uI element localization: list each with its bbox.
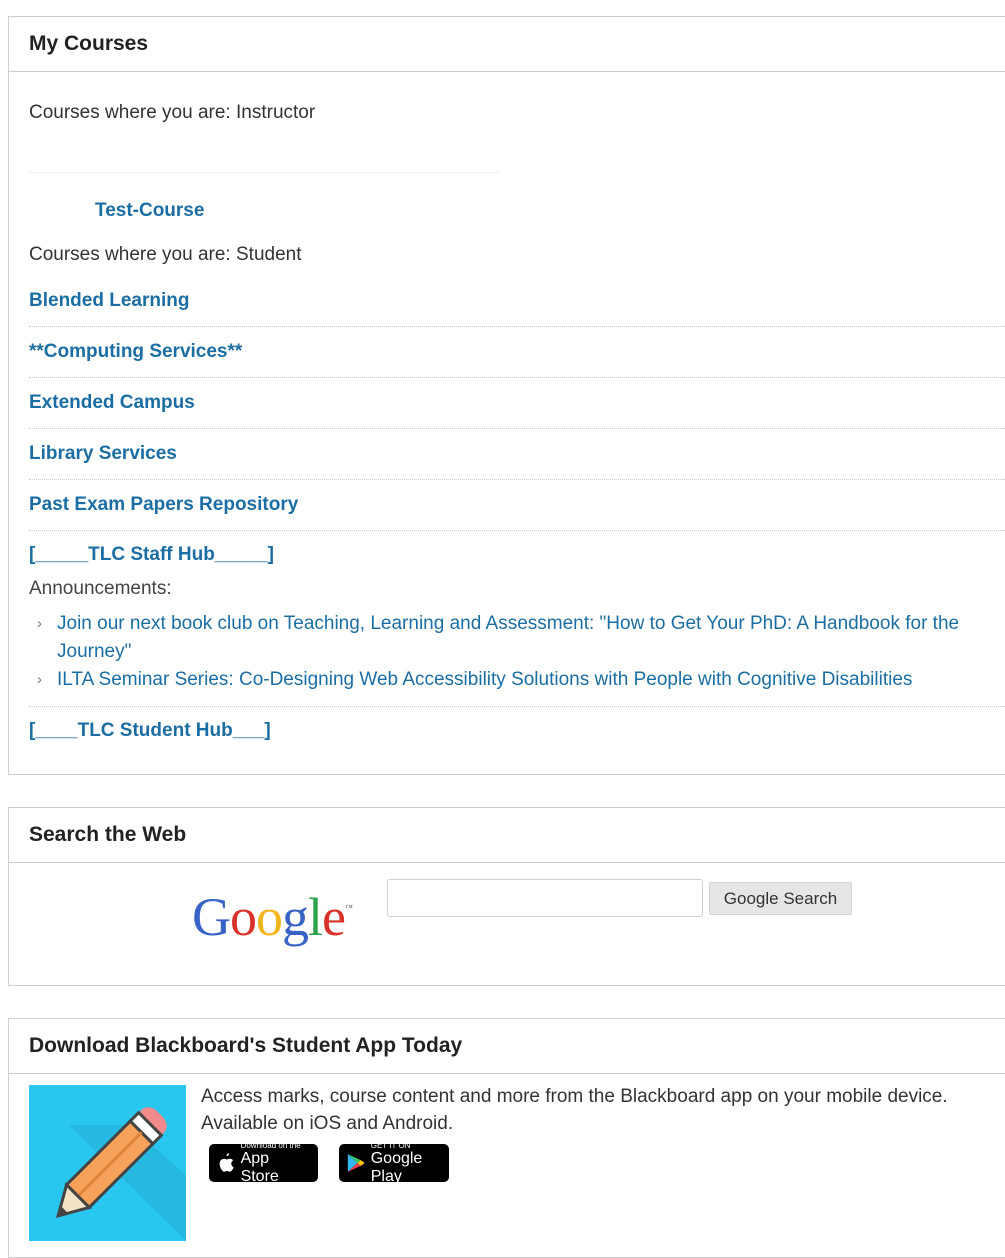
pencil-icon [55, 1107, 186, 1241]
course-link-tlc-staff-hub[interactable]: [_____TLC Staff Hub_____] [29, 544, 274, 566]
announcement-item: › ILTA Seminar Series: Co-Designing Web … [37, 666, 997, 694]
divider [29, 706, 1005, 707]
search-web-title: Search the Web [9, 808, 1005, 863]
course-link-test-course[interactable]: Test-Course [95, 200, 204, 222]
google-play-text: GET IT ON Google Play [371, 1141, 441, 1186]
app-description: Access marks, course content and more fr… [201, 1086, 948, 1134]
divider [29, 428, 1005, 429]
my-courses-module: My Courses Courses where you are: Instru… [8, 16, 1005, 775]
chevron-right-icon: › [37, 671, 42, 688]
course-link-blended-learning[interactable]: Blended Learning [29, 290, 189, 312]
instructor-heading: Courses where you are: Instructor [29, 102, 316, 123]
announcement-item: › Join our next book club on Teaching, L… [37, 610, 997, 666]
announcement-link[interactable]: ILTA Seminar Series: Co-Designing Web Ac… [57, 666, 997, 694]
app-store-badge[interactable]: Download on the App Store [209, 1141, 318, 1185]
divider [29, 530, 1005, 531]
app-store-small-text: Download on the [240, 1140, 301, 1150]
google-play-big-text: Google Play [370, 1149, 423, 1185]
course-link-past-exam-papers[interactable]: Past Exam Papers Repository [29, 494, 298, 516]
app-download-module: Download Blackboard's Student App Today … [8, 1018, 1005, 1258]
my-courses-title: My Courses [9, 17, 1005, 72]
announcement-link[interactable]: Join our next book club on Teaching, Lea… [57, 610, 997, 666]
divider [29, 377, 1005, 378]
pencil-app-image [29, 1085, 186, 1241]
divider [29, 326, 1005, 327]
divider [29, 479, 1005, 480]
google-play-badge[interactable]: GET IT ON Google Play [339, 1141, 449, 1185]
app-store-big-text: App Store [240, 1149, 279, 1185]
google-play-icon [347, 1154, 364, 1172]
chevron-right-icon: › [37, 615, 42, 632]
student-heading: Courses where you are: Student [29, 244, 302, 265]
google-logo: Google™ [192, 887, 353, 947]
course-link-library-services[interactable]: Library Services [29, 443, 177, 465]
course-link-tlc-student-hub[interactable]: [____TLC Student Hub___] [29, 720, 271, 742]
apple-icon [219, 1153, 234, 1172]
google-play-small-text: GET IT ON [370, 1140, 411, 1150]
app-store-text: Download on the App Store [241, 1141, 310, 1186]
search-input[interactable] [387, 879, 703, 917]
announcements-label: Announcements: [29, 578, 172, 599]
google-search-button[interactable]: Google Search [709, 882, 852, 915]
search-web-module: Search the Web Google™ Google Search [8, 807, 1005, 986]
course-link-extended-campus[interactable]: Extended Campus [29, 392, 195, 414]
app-download-title: Download Blackboard's Student App Today [9, 1019, 1005, 1074]
course-link-computing-services[interactable]: **Computing Services** [29, 341, 242, 363]
redacted-course [29, 142, 499, 173]
